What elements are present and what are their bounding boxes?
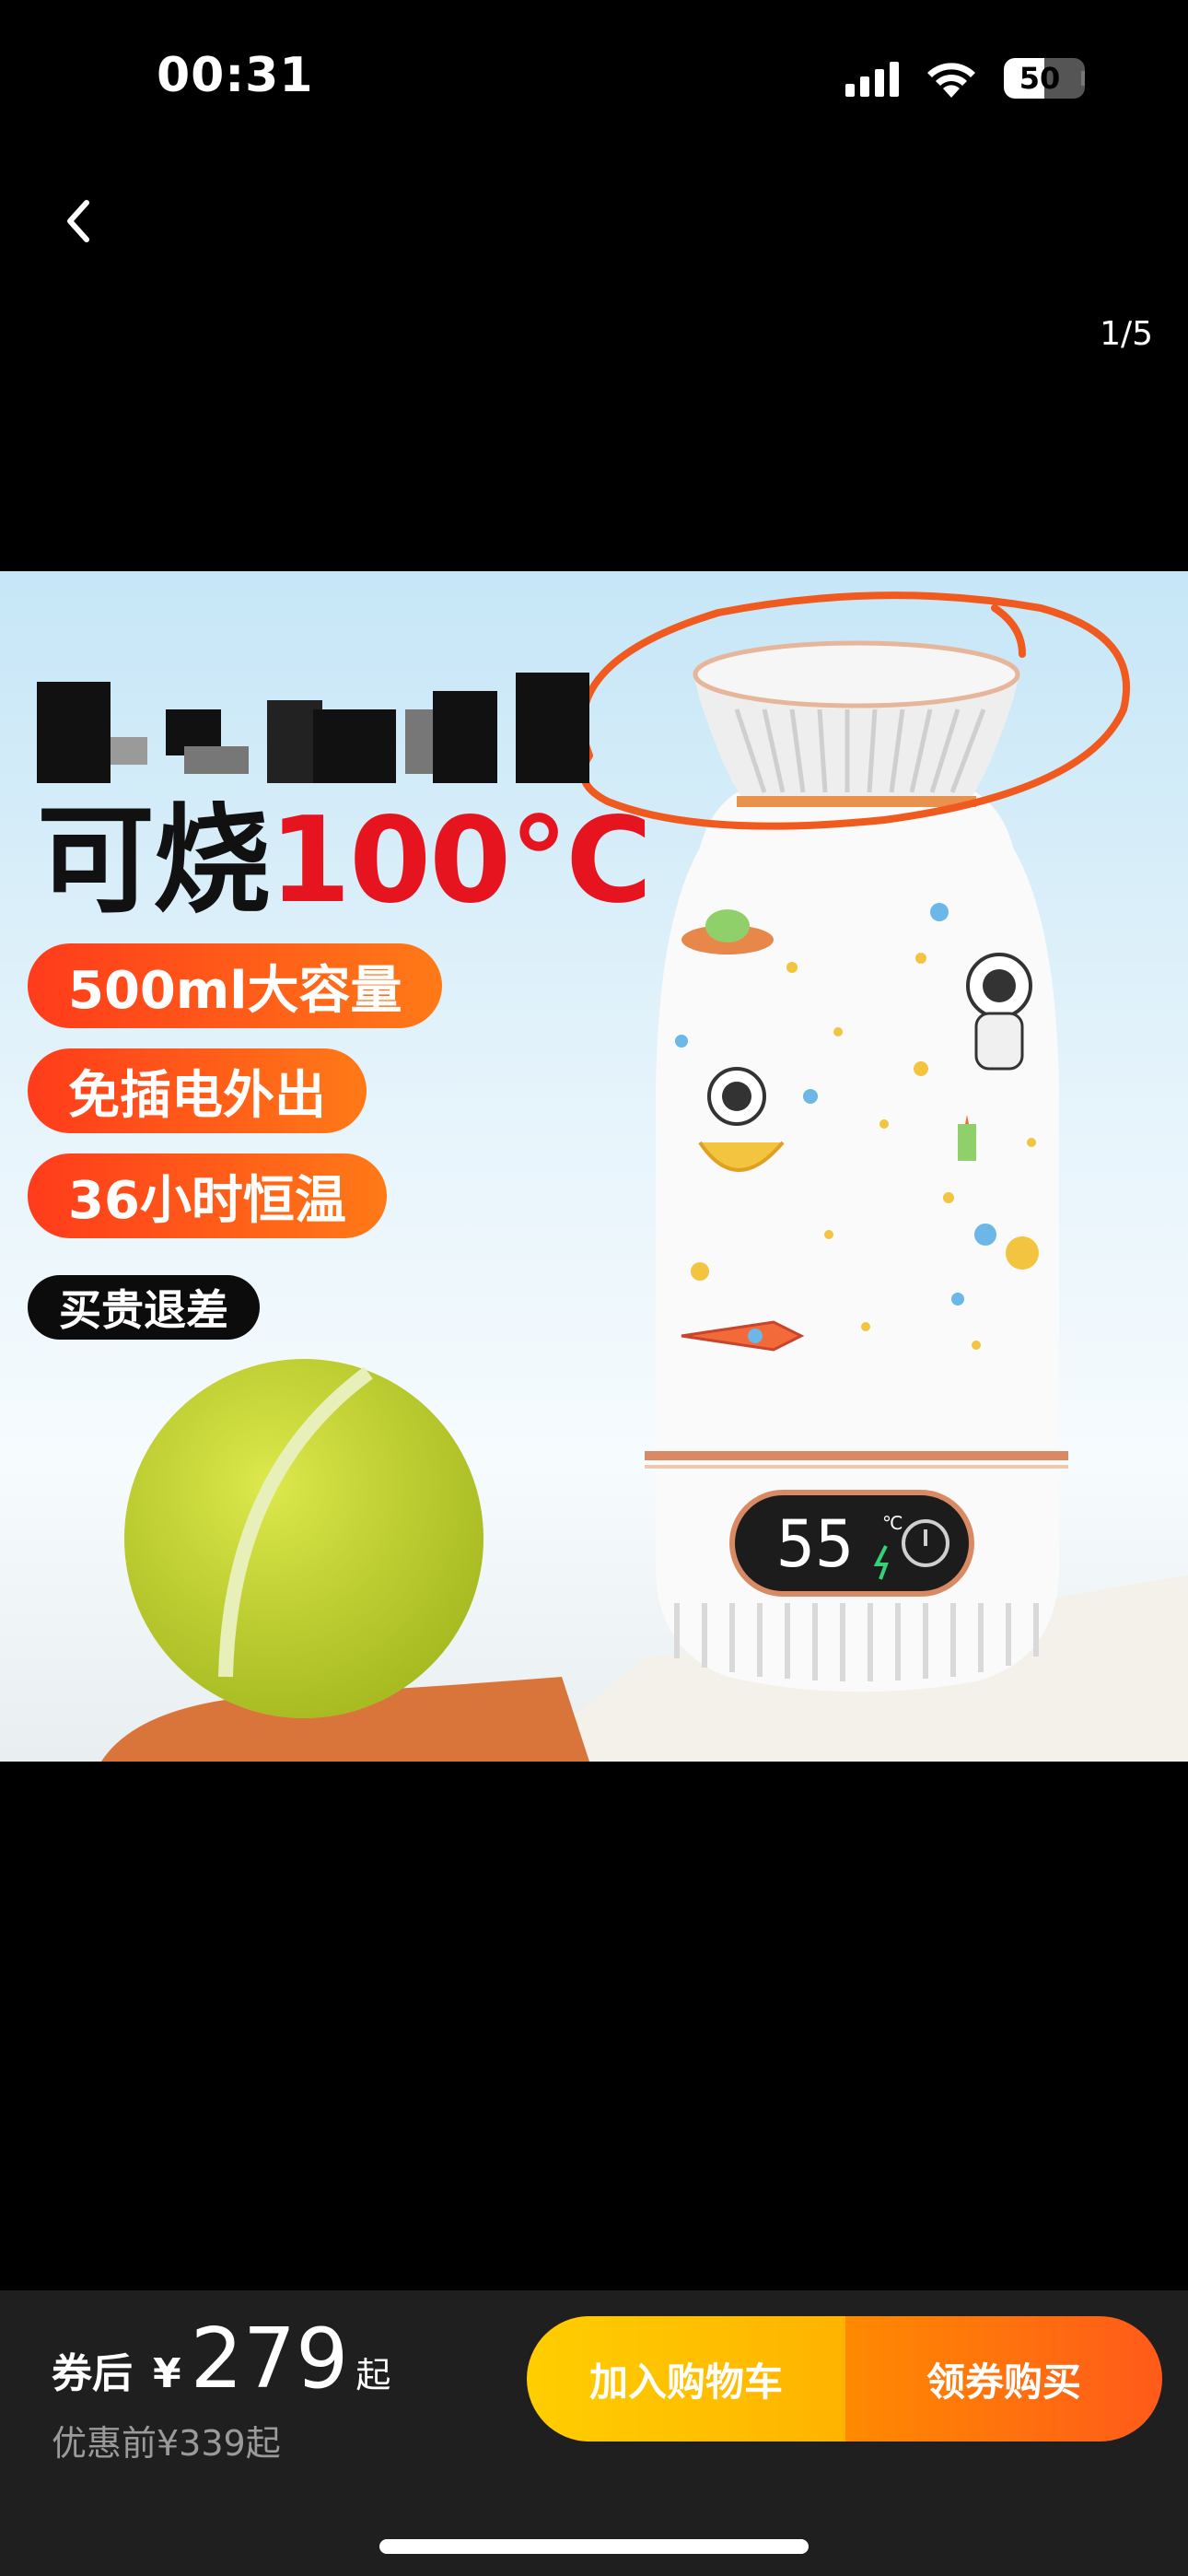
buy-now-button[interactable]: 领券购买 <box>845 2316 1162 2441</box>
wifi-icon <box>927 63 975 98</box>
headline-black: 可烧 <box>37 792 271 930</box>
status-icons: 50 <box>845 55 1085 101</box>
add-to-cart-button[interactable]: 加入购物车 <box>527 2316 845 2441</box>
thermos-bottle: 55 ℃ <box>645 640 1068 1692</box>
currency-symbol: ¥ <box>153 2350 181 2397</box>
price-guarantee-tag: 买贵退差 <box>28 1275 260 1340</box>
purchase-buttons: 加入购物车 领券购买 <box>527 2316 1162 2441</box>
battery-percent: 50 <box>1019 61 1061 96</box>
redacted-title <box>37 673 589 783</box>
status-time: 00:31 <box>157 48 314 103</box>
tennis-ball-icon <box>124 1359 483 1718</box>
feature-tag-capacity: 500ml大容量 <box>28 943 443 1028</box>
chevron-left-icon <box>67 200 89 242</box>
display-unit: ℃ <box>882 1512 903 1534</box>
feature-tag-warm: 36小时恒温 <box>28 1153 387 1238</box>
purchase-bar: 券后 ¥ 279 起 优惠前¥339起 加入购物车 领券购买 <box>0 2290 1188 2576</box>
back-button[interactable] <box>46 184 111 258</box>
price-label: 券后 <box>52 2350 133 2397</box>
price-row: 券后 ¥ 279 起 <box>52 2311 390 2407</box>
headline-red: 100℃ <box>269 792 652 930</box>
cellular-signal-icon <box>845 60 899 97</box>
headline: 可烧100℃ <box>37 792 652 931</box>
status-bar: 00:31 50 <box>0 0 1188 157</box>
original-price: 优惠前¥339起 <box>52 2423 281 2464</box>
price-value: 279 <box>190 2311 349 2407</box>
battery-tip <box>1081 71 1085 86</box>
temperature-display: 55 ℃ <box>729 1490 974 1597</box>
price-block: 券后 ¥ 279 起 优惠前¥339起 <box>52 2311 390 2465</box>
battery-icon: 50 <box>1004 58 1085 99</box>
image-page-indicator: 1/5 <box>1100 315 1153 353</box>
home-indicator[interactable] <box>379 2539 809 2554</box>
feature-tag-portable: 免插电外出 <box>28 1048 367 1133</box>
product-image[interactable]: 55 ℃ 可烧100℃ 500ml大容量 免插电外出 36小时恒温 买贵退差 <box>0 571 1188 1762</box>
display-temp: 55 <box>776 1506 854 1582</box>
price-suffix: 起 <box>355 2355 391 2395</box>
